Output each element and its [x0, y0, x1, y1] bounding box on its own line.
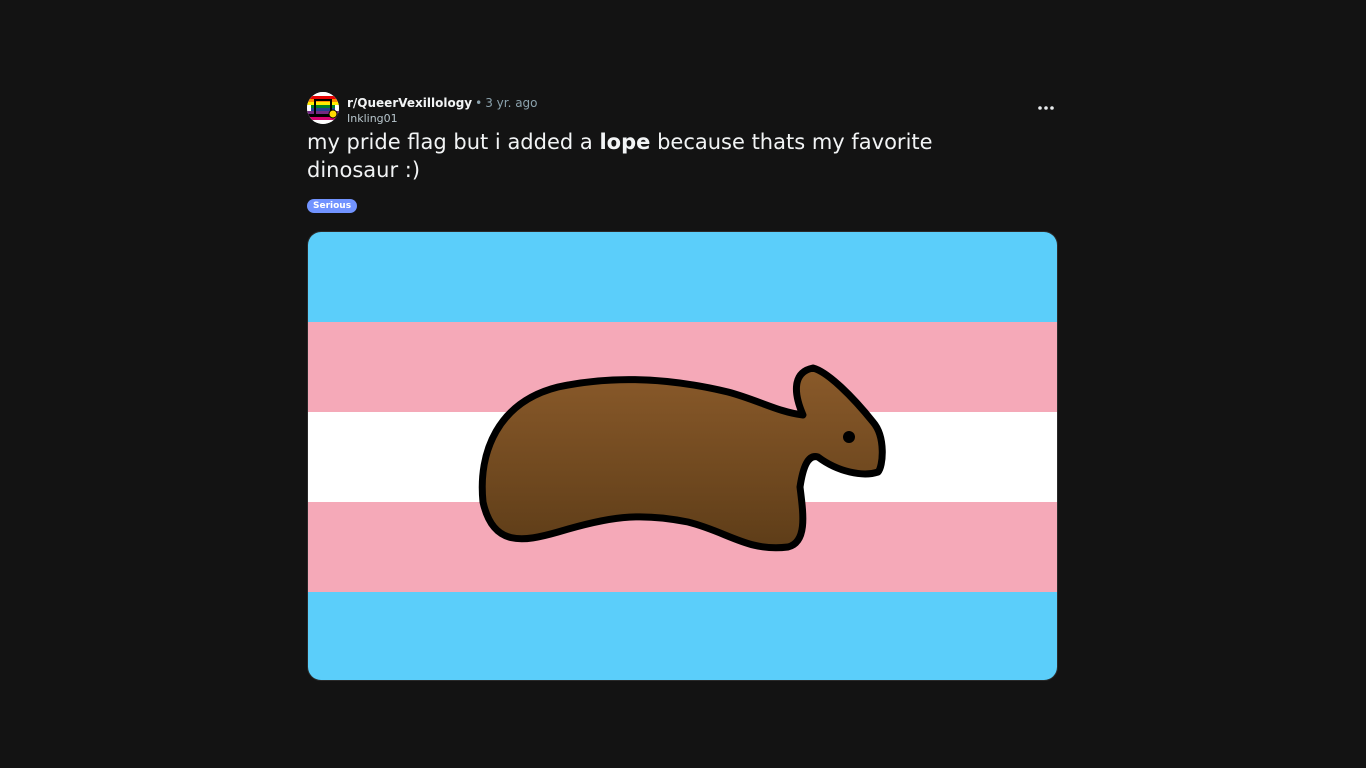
post-title[interactable]: my pride flag but i added a lope because…: [307, 128, 957, 184]
more-horizontal-icon: [1038, 106, 1054, 110]
title-bold-word: lope: [599, 130, 651, 154]
subreddit-link[interactable]: r/QueerVexillology: [347, 96, 472, 110]
post-header: r/QueerVexillology • 3 yr. ago Inkling01: [307, 92, 1058, 126]
post-image[interactable]: [307, 231, 1058, 681]
post: r/QueerVexillology • 3 yr. ago Inkling01 m…: [307, 92, 1058, 681]
author-link[interactable]: Inkling01: [347, 111, 538, 126]
subreddit-avatar-image: [307, 92, 339, 124]
post-meta: r/QueerVexillology • 3 yr. ago Inkling01: [347, 94, 538, 126]
post-flair[interactable]: Serious: [307, 199, 358, 213]
flag-image: [308, 232, 1057, 680]
post-time: 3 yr. ago: [485, 96, 538, 110]
subreddit-avatar[interactable]: [307, 92, 339, 124]
title-text-before: my pride flag but i added a: [307, 130, 593, 154]
lope-eye: [843, 431, 855, 443]
more-options-button[interactable]: [1034, 96, 1058, 120]
meta-separator: •: [475, 96, 483, 110]
flag-stripe-blue-bottom: [308, 592, 1057, 680]
flag-stripe-blue-top: [308, 232, 1057, 322]
